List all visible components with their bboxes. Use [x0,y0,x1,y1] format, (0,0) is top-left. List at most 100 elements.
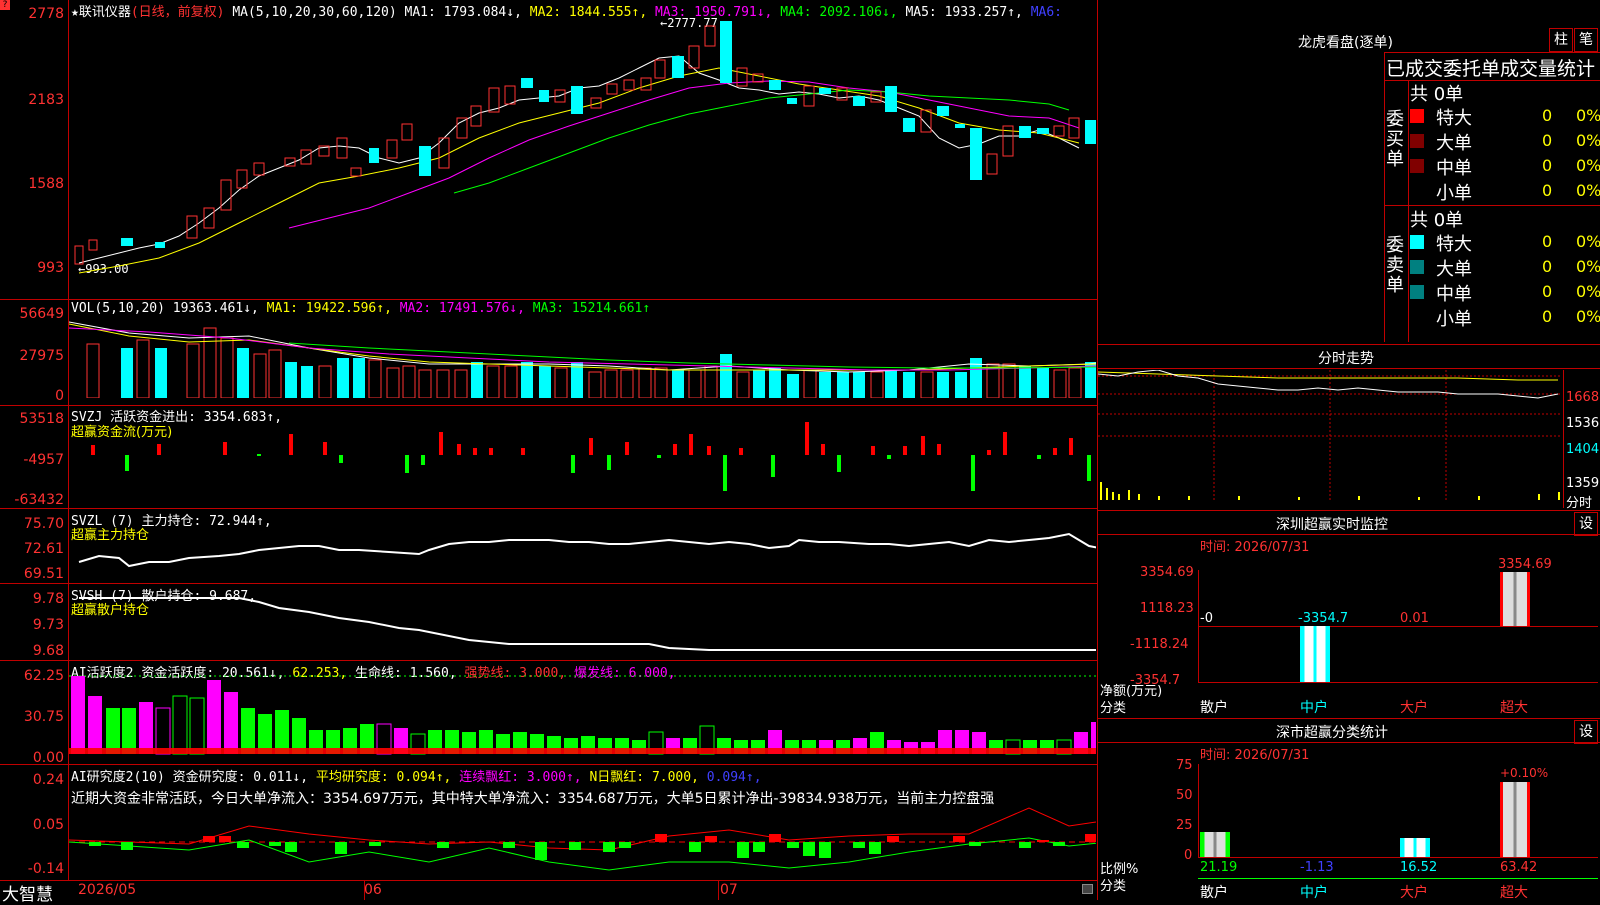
lock-icon[interactable] [1082,884,1093,894]
vol-ma1: MA1: 19422.596↑, [266,301,392,316]
buy-row-label: 大单 [1436,133,1472,154]
date-axis-label: 07 [720,882,738,898]
candle [155,242,165,248]
ai1-axis-label: 30.75 [23,709,64,725]
candle [253,162,265,176]
classify-settings-button[interactable]: 设 [1574,720,1598,744]
ai2-consecutive: 连续飘红: 3.000↑, [459,770,582,785]
candle [937,106,949,116]
candle [1053,125,1065,137]
candle [369,148,379,163]
monitor-cat: 超大 [1500,700,1528,716]
buy-row-label: 特大 [1436,108,1472,129]
candle [539,90,549,102]
candle [688,45,700,69]
vol-axis-label: 0 [55,388,64,404]
sell-row-label: 大单 [1436,259,1472,280]
dragon-divider [1384,52,1385,342]
price-axis-label: 993 [37,260,64,276]
classify-axis-label: 75 [1176,758,1193,773]
svzj-axis-label: -63432 [14,492,64,508]
candle [386,139,398,159]
ai1-axis-label: 0.00 [32,750,64,766]
buy-row-pct: 0% [1576,106,1600,125]
classify-cat: 超大 [1500,885,1528,901]
svzl-line-chart[interactable] [69,520,1096,582]
pane-divider [0,764,1097,765]
dragon-divider [1408,80,1409,342]
price-axis-label: 1588 [28,176,64,192]
bar-view-button[interactable]: 柱 [1549,28,1573,52]
candle [720,21,732,83]
classify-bar-xl[interactable] [1500,782,1530,857]
monitor-bar-xl[interactable] [1500,572,1530,626]
monitor-value: -3354.7 [1298,611,1349,626]
ai1-bar-chart[interactable] [69,674,1096,762]
intraday-axis-label: 1668 [1566,390,1600,405]
intraday-axis-divider [1563,370,1564,508]
candle [853,96,865,106]
candle [504,85,516,105]
section-divider [1098,344,1600,345]
monitor-time: 时间: 2026/07/31 [1200,540,1310,555]
sell-xl-swatch [1410,235,1424,249]
sell-row-pct: 0% [1576,307,1600,326]
sell-row-count: 0 [1542,232,1553,251]
vol-header: VOL(5,10,20) 19363.461↓, MA1: 19422.596↑… [71,301,650,316]
volume-chart[interactable] [69,318,1096,398]
date-axis-label: 2026/05 [78,882,137,898]
pane-divider [0,508,1097,509]
sell-row-count: 0 [1542,282,1553,301]
price-candlestick-chart[interactable] [69,18,1096,298]
svzl-axis-label: 69.51 [23,566,64,582]
ma3-line [288,80,1080,229]
monitor-settings-button[interactable]: 设 [1574,512,1598,536]
monitor-cat: 散户 [1200,700,1228,716]
ai2-header: AI研究度2(10) 资金研究度: 0.011↓, 平均研究度: 0.094↑,… [71,766,762,785]
monitor-axis-label: 3354.69 [1140,565,1194,580]
month-tick [364,880,365,900]
dragon-divider [1384,52,1600,53]
tick-view-button[interactable]: 笔 [1574,28,1598,52]
ai1-axis-label: 62.25 [23,668,64,684]
section-divider [1098,510,1600,511]
buy-row-pct: 0% [1576,131,1600,150]
classify-time: 时间: 2026/07/31 [1200,748,1310,763]
vol-ma3: MA3: 15214.661↑ [532,301,651,316]
section-divider [1098,742,1600,743]
buy-orders-label: 委买单 [1386,109,1404,170]
buy-row-count: 0 [1542,156,1553,175]
section-divider [1098,718,1600,719]
intraday-chart[interactable] [1098,370,1562,508]
buy-row-pct: 0% [1576,156,1600,175]
monitor-axis-label: 1118.23 [1140,601,1194,616]
vol-label[interactable]: VOL(5,10,20) [71,301,165,316]
candle [787,98,797,104]
classify-bar-large[interactable] [1400,838,1430,857]
candle [803,85,815,107]
ai2-label[interactable]: AI研究度2(10) [71,770,165,785]
classify-cat: 散户 [1200,885,1228,901]
candle [640,77,652,91]
candle [438,137,450,169]
sell-l-swatch [1410,260,1424,274]
price-axis-label: 2183 [28,92,64,108]
money-flow-bars [91,422,1091,491]
sell-row-label: 小单 [1436,309,1472,330]
svzj-bar-chart[interactable] [69,420,1096,505]
monitor-bar-mid[interactable] [1300,626,1330,682]
classify-bar-retail[interactable] [1200,832,1230,857]
sell-row-pct: 0% [1576,257,1600,276]
monitor-value: 0.01 [1400,611,1429,626]
buy-l-swatch [1410,134,1424,148]
ai2-bar-chart[interactable] [69,806,1096,878]
candle [819,88,831,94]
svzl-axis-label: 72.61 [23,541,64,557]
buy-row-label: 中单 [1436,158,1472,179]
classify-xlabel: 分类 [1100,879,1127,894]
candle [920,109,932,133]
svzj-axis-label: -4957 [23,452,64,468]
candle [1085,120,1096,144]
svsh-line-chart[interactable] [69,592,1096,658]
classify-baseline [1198,857,1598,858]
